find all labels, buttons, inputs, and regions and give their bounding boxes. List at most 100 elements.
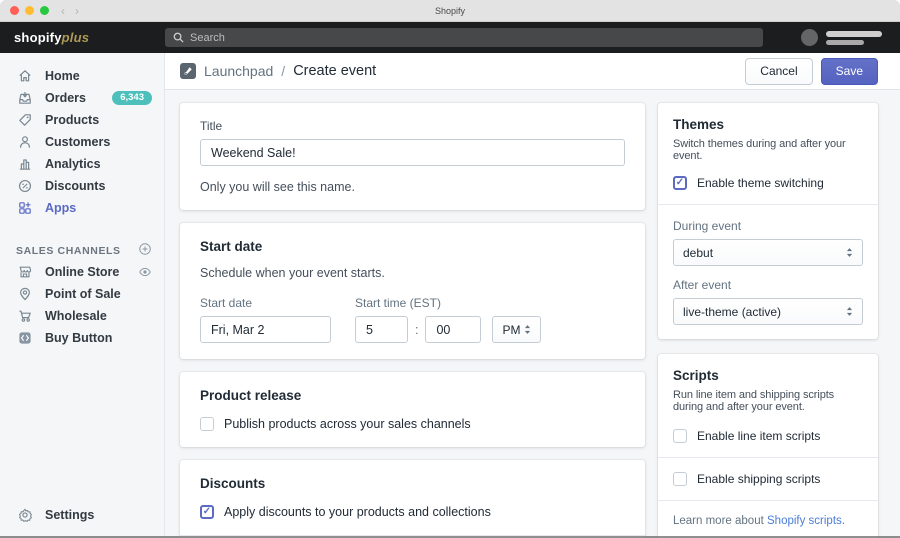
- themes-heading: Themes: [673, 117, 725, 132]
- learn-more-text: Learn more about Shopify scripts.: [673, 515, 863, 527]
- after-event-select[interactable]: live-theme (active): [673, 298, 863, 325]
- breadcrumb-app-link[interactable]: Launchpad: [204, 63, 273, 79]
- start-date-description: Schedule when your event starts.: [200, 266, 385, 280]
- shopify-scripts-link[interactable]: Shopify scripts: [767, 515, 842, 527]
- during-event-value: debut: [683, 245, 714, 260]
- product-release-heading: Product release: [200, 388, 302, 403]
- event-title-input[interactable]: [200, 139, 625, 166]
- user-name-bar: [826, 30, 882, 37]
- sidebar-item-discounts[interactable]: Discounts: [0, 175, 164, 197]
- select-stepper-icon: [525, 325, 531, 334]
- sidebar-item-label: Online Store: [45, 265, 120, 279]
- start-date-input[interactable]: [200, 316, 331, 343]
- products-icon: [16, 112, 33, 129]
- shopify-plus-logo[interactable]: shopifyplus: [0, 30, 165, 45]
- title-field-label: Title: [200, 119, 223, 133]
- orders-icon: [16, 90, 33, 107]
- sales-channels-header: SALES CHANNELS: [0, 241, 164, 261]
- search-input[interactable]: [190, 31, 755, 44]
- select-stepper-icon: [846, 248, 853, 257]
- sidebar-item-analytics[interactable]: Analytics: [0, 153, 164, 175]
- checkbox-unchecked-icon[interactable]: [200, 417, 214, 431]
- start-date-label: Start date: [200, 296, 253, 310]
- browser-chrome: Shopify ‹ ›: [0, 0, 900, 22]
- page-title: Create event: [293, 63, 377, 79]
- wholesale-icon: [16, 308, 33, 325]
- sidebar-item-online-store[interactable]: Online Store: [0, 261, 164, 283]
- home-icon: [16, 68, 33, 85]
- sidebar-item-products[interactable]: Products: [0, 109, 164, 131]
- start-time-field: Start time (EST) : PM: [355, 296, 542, 343]
- enable-shipping-scripts-row[interactable]: Enable shipping scripts: [673, 472, 863, 486]
- user-name-placeholder: [826, 30, 882, 45]
- point-of-sale-icon: [16, 286, 33, 303]
- meridiem-value: PM: [502, 322, 521, 337]
- title-card: Title Only you will see this name.: [180, 103, 645, 210]
- logo-plus-text: plus: [61, 30, 90, 45]
- sidebar-item-customers[interactable]: Customers: [0, 131, 164, 153]
- sidebar-item-settings[interactable]: Settings: [0, 504, 164, 526]
- sidebar-item-orders[interactable]: Orders 6,343: [0, 87, 164, 109]
- browser-window: Shopify ‹ › shopifyplus Search Home Orde…: [0, 0, 900, 538]
- product-release-card: Product release Publish products across …: [180, 372, 645, 447]
- sidebar-item-point-of-sale[interactable]: Point of Sale: [0, 283, 164, 305]
- view-store-eye-icon[interactable]: [138, 265, 152, 279]
- browser-tab-title: Shopify: [434, 5, 466, 16]
- enable-line-item-scripts-row[interactable]: Enable line item scripts: [673, 429, 863, 443]
- launchpad-app-icon: [180, 63, 196, 79]
- select-stepper-icon: [846, 307, 853, 316]
- sidebar-item-label: Wholesale: [45, 309, 107, 323]
- page-header: Launchpad / Create event Cancel Save: [165, 53, 900, 90]
- discounts-card: Discounts ✓ Apply discounts to your prod…: [180, 460, 645, 538]
- analytics-icon: [16, 156, 33, 173]
- logo-shopify-text: shopify: [14, 30, 62, 45]
- enable-theme-switching-label: Enable theme switching: [697, 176, 824, 190]
- add-sales-channel-icon[interactable]: [138, 242, 152, 261]
- start-time-label: Start time (EST): [355, 296, 442, 310]
- orders-count-badge: 6,343: [112, 91, 152, 105]
- cancel-button[interactable]: Cancel: [745, 57, 813, 85]
- checkbox-unchecked-icon[interactable]: [673, 472, 687, 486]
- hour-input[interactable]: [355, 316, 408, 343]
- save-button[interactable]: Save: [820, 57, 878, 85]
- themes-description: Switch themes during and after your even…: [673, 138, 846, 162]
- online-store-icon: [16, 264, 33, 281]
- publish-products-checkbox-row[interactable]: Publish products across your sales chann…: [200, 417, 625, 431]
- during-event-select[interactable]: debut: [673, 239, 863, 266]
- scripts-description: Run line item and shipping scripts durin…: [673, 389, 835, 413]
- meridiem-select[interactable]: PM: [492, 316, 542, 343]
- apply-discounts-label: Apply discounts to your products and col…: [224, 505, 491, 519]
- enable-theme-switching-row[interactable]: ✓ Enable theme switching: [673, 176, 863, 190]
- start-date-card: Start date Schedule when your event star…: [180, 223, 645, 359]
- after-event-value: live-theme (active): [683, 304, 782, 319]
- apply-discounts-checkbox-row[interactable]: ✓ Apply discounts to your products and c…: [200, 505, 625, 519]
- store-name-bar: [826, 39, 864, 45]
- after-event-label: After event: [673, 278, 732, 292]
- checkbox-checked-icon[interactable]: ✓: [673, 176, 687, 190]
- scripts-heading: Scripts: [673, 368, 719, 383]
- sidebar-item-label: Apps: [45, 201, 77, 215]
- sidebar-item-apps[interactable]: Apps: [0, 197, 164, 219]
- main-area: Launchpad / Create event Cancel Save Tit…: [165, 53, 900, 538]
- page-content: Title Only you will see this name. Start…: [165, 90, 900, 538]
- checkbox-unchecked-icon[interactable]: [673, 429, 687, 443]
- global-search-bar[interactable]: [165, 28, 763, 47]
- sidebar-item-buy-button[interactable]: Buy Button: [0, 327, 164, 349]
- breadcrumb-separator: /: [281, 63, 286, 79]
- sidebar-item-label: Settings: [45, 508, 95, 522]
- minute-input[interactable]: [425, 316, 482, 343]
- sidebar-item-label: Home: [45, 69, 80, 83]
- sidebar-item-home[interactable]: Home: [0, 65, 164, 87]
- search-icon: [173, 32, 184, 43]
- avatar: [801, 29, 818, 46]
- checkbox-checked-icon[interactable]: ✓: [200, 505, 214, 519]
- start-date-field: Start date: [200, 296, 331, 343]
- admin-topbar: shopifyplus: [0, 22, 900, 53]
- learn-more-suffix: .: [841, 515, 845, 527]
- sidebar-item-wholesale[interactable]: Wholesale: [0, 305, 164, 327]
- user-menu[interactable]: [801, 29, 900, 46]
- enable-line-item-scripts-label: Enable line item scripts: [697, 429, 821, 443]
- customers-icon: [16, 134, 33, 151]
- scripts-card: Scripts Run line item and shipping scrip…: [658, 354, 878, 538]
- discounts-heading: Discounts: [200, 476, 266, 491]
